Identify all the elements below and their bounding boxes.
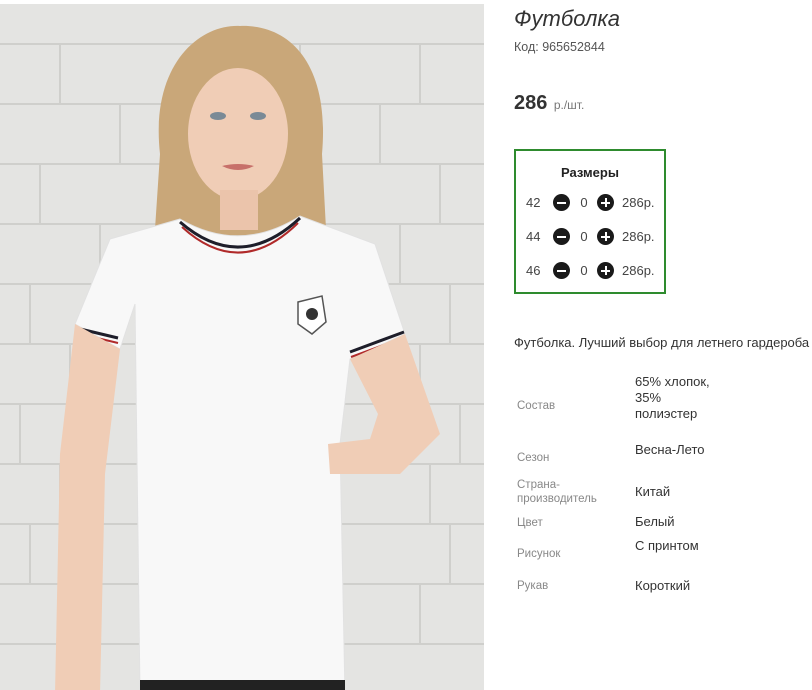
size-label: 42 <box>526 195 541 210</box>
product-info: Футболка Код: 965652844 286 р./шт. Разме… <box>514 0 812 690</box>
spec-value: Короткий <box>635 578 691 593</box>
product-description: Футболка. Лучший выбор для летнего гарде… <box>514 335 810 350</box>
product-photo <box>0 4 484 690</box>
spec-value: С принтом <box>635 538 699 553</box>
size-row-46: 46 0 286р. <box>526 261 666 281</box>
spec-value: Белый <box>635 514 675 529</box>
minus-circle-icon[interactable] <box>553 262 570 279</box>
price-value: 286 <box>514 92 548 114</box>
spec-label: Рисунок <box>517 548 561 560</box>
minus-circle-icon[interactable] <box>553 194 570 211</box>
plus-circle-icon[interactable] <box>597 262 614 279</box>
product-code: Код: 965652844 <box>514 40 605 54</box>
plus-circle-icon[interactable] <box>597 228 614 245</box>
product-price: 286 р./шт. <box>514 92 584 115</box>
product-title: Футболка <box>514 6 620 31</box>
spec-label: Страна-производитель <box>517 479 597 505</box>
size-quantity: 0 <box>580 229 588 244</box>
minus-circle-icon[interactable] <box>553 228 570 245</box>
spec-label: Состав <box>517 400 556 412</box>
size-quantity: 0 <box>580 195 588 210</box>
plus-circle-icon[interactable] <box>597 194 614 211</box>
size-price: 286р. <box>622 229 655 244</box>
size-label: 44 <box>526 229 541 244</box>
spec-value: Китай <box>635 484 671 499</box>
sizes-box: Размеры 42 0 286р. 44 0 286р. 46 0 286р. <box>514 149 666 294</box>
size-row-42: 42 0 286р. <box>526 193 666 213</box>
size-quantity: 0 <box>580 263 588 278</box>
size-price: 286р. <box>622 195 655 210</box>
sizes-title: Размеры <box>561 165 619 180</box>
size-row-44: 44 0 286р. <box>526 227 666 247</box>
spec-label: Сезон <box>517 452 550 464</box>
spec-label: Цвет <box>517 517 543 529</box>
spec-label: Рукав <box>517 580 549 592</box>
price-unit: р./шт. <box>553 98 585 112</box>
size-price: 286р. <box>622 263 655 278</box>
spec-value: 65% хлопок, 35% полиэстер <box>635 374 710 421</box>
size-label: 46 <box>526 263 541 278</box>
spec-value: Весна-Лето <box>635 442 705 457</box>
